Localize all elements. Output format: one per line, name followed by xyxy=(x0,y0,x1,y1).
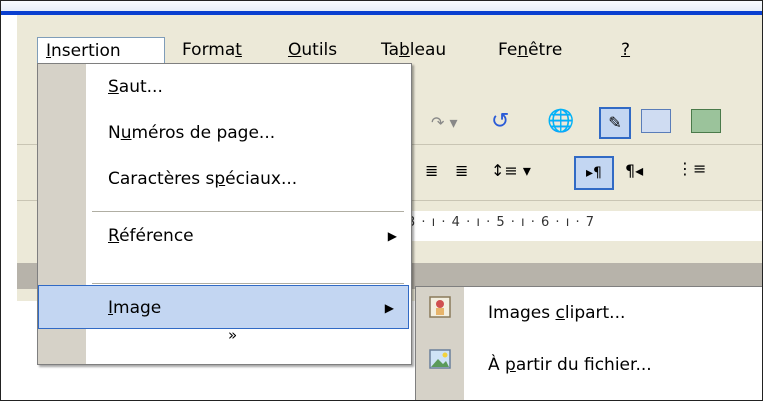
draw-table-icon[interactable]: ✎ xyxy=(599,107,631,139)
menu-item-caracteres-speciaux[interactable]: Caractères spéciaux... xyxy=(86,156,411,202)
redo-icon[interactable]: ↷ ▾ xyxy=(431,113,458,132)
menu-format[interactable]: Format xyxy=(182,37,242,63)
title-bar xyxy=(1,1,762,11)
align-justify-icon[interactable]: ≣ xyxy=(455,161,468,180)
picture-file-icon xyxy=(429,349,451,369)
expand-chevron-icon[interactable]: » xyxy=(228,326,237,344)
menu-item-image[interactable]: Image ▶ xyxy=(38,285,409,329)
submenu-arrow-icon: ▶ xyxy=(387,229,397,243)
menu-insertion[interactable]: Insertion xyxy=(37,37,165,64)
menu-tableau[interactable]: Tableau xyxy=(381,37,446,63)
menu-separator xyxy=(92,211,404,212)
menu-item-numeros-page[interactable]: Numéros de page... xyxy=(86,110,411,156)
insert-table-icon[interactable] xyxy=(641,109,671,133)
line-spacing-icon[interactable]: ↕≡ ▾ xyxy=(491,161,531,180)
image-submenu: Images clipart... À partir du fichier... xyxy=(415,286,762,400)
numbering-icon[interactable]: ⋮≡ xyxy=(677,159,706,178)
ltr-paragraph-icon[interactable]: ▸¶ xyxy=(574,156,614,190)
refresh-icon[interactable]: ↺ xyxy=(491,109,509,134)
submenu-arrow-icon: ▶ xyxy=(384,301,394,315)
submenu-item-images-clipart[interactable]: Images clipart... xyxy=(488,293,625,333)
web-globe-icon[interactable]: 🌐 xyxy=(547,109,574,134)
justify-icon[interactable]: ≣ xyxy=(425,161,438,180)
menu-outils[interactable]: Outils xyxy=(288,37,337,63)
menu-separator xyxy=(92,283,404,284)
menu-fenetre[interactable]: Fenêtre xyxy=(498,37,562,63)
window: Insertion Format Outils Tableau Fenêtre … xyxy=(0,0,763,401)
menu-item-reference[interactable]: Référence ▶ xyxy=(86,213,411,259)
menu-help[interactable]: ? xyxy=(621,37,630,63)
menu-insertion-label: nsertion xyxy=(51,41,121,61)
insertion-menu: Saut... Numéros de page... Caractères sp… xyxy=(37,63,412,365)
insert-excel-icon[interactable] xyxy=(691,109,721,133)
submenu-item-a-partir-fichier[interactable]: À partir du fichier... xyxy=(488,345,652,385)
ruler-ticks: 3 · ı · 4 · ı · 5 · ı · 6 · ı · 7 xyxy=(407,215,595,230)
clipart-icon xyxy=(429,296,451,318)
menu-item-saut[interactable]: Saut... xyxy=(86,64,411,110)
rtl-paragraph-icon[interactable]: ¶◂ xyxy=(625,161,643,180)
